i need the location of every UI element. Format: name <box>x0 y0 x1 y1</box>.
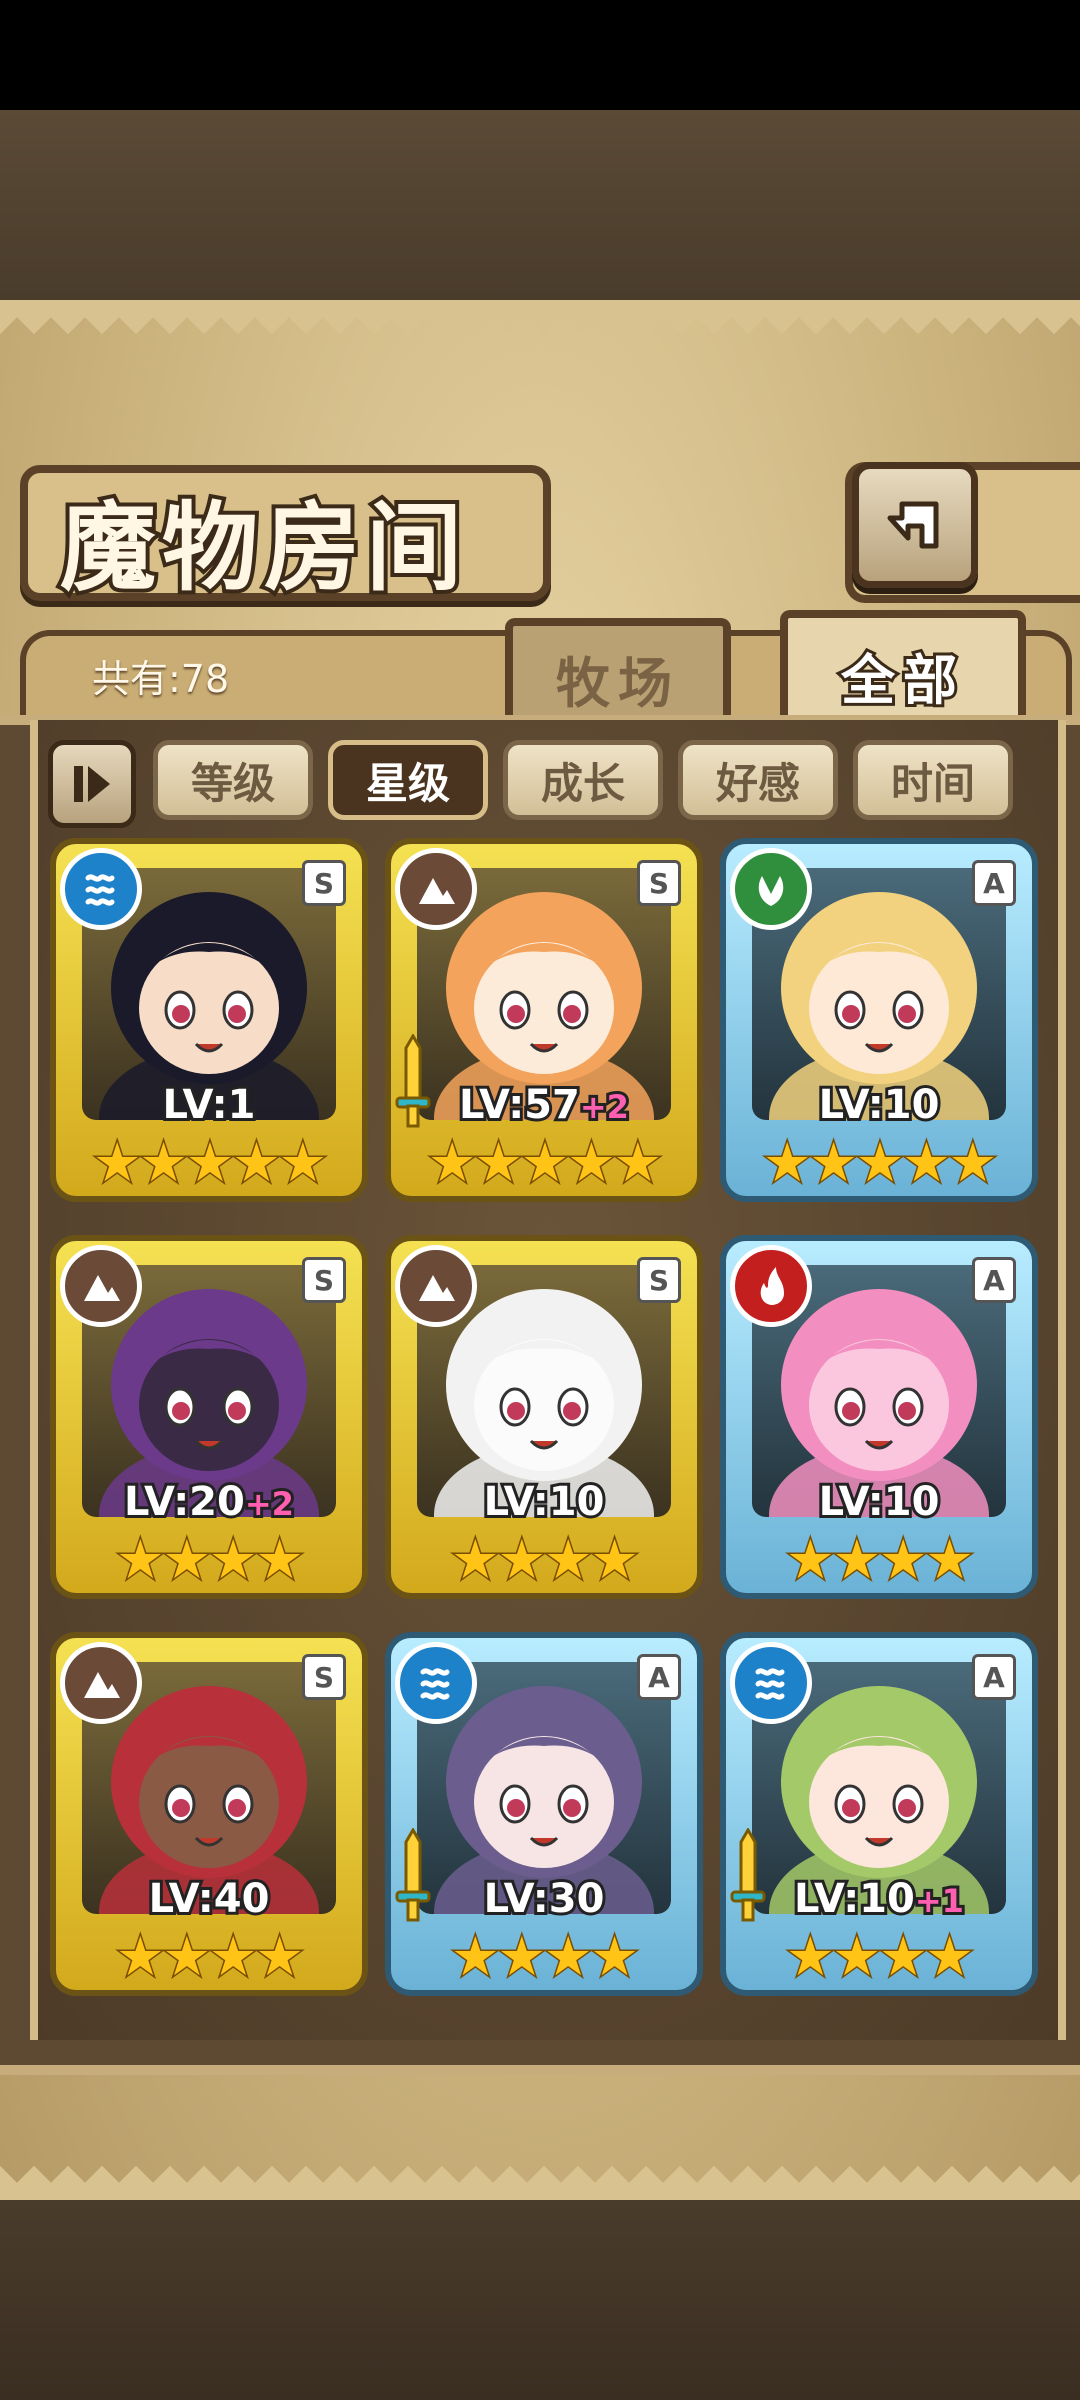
level-label: LV:1 <box>56 1079 362 1131</box>
level-value: LV:10 <box>481 1476 608 1528</box>
element-badge <box>730 848 812 930</box>
page-title: 魔物房间 <box>56 487 468 608</box>
monster-card[interactable]: A LV:10+1 ★★★★ <box>720 1632 1038 1996</box>
level-bonus: +2 <box>577 1085 632 1129</box>
element-badge <box>395 1245 477 1327</box>
monster-card[interactable]: S LV:1 ★★★★★ <box>50 838 368 1202</box>
element-badge <box>395 848 477 930</box>
monster-card[interactable]: S LV:20+2 ★★★★ <box>50 1235 368 1599</box>
level-bonus: +1 <box>912 1879 967 1923</box>
level-label: LV:10 <box>391 1476 697 1528</box>
level-value: LV:57 <box>456 1079 583 1131</box>
sort-order-toggle[interactable] <box>48 740 136 828</box>
water-element-icon <box>85 874 115 906</box>
rank-badge: A <box>972 1654 1016 1700</box>
level-value: LV:10 <box>816 1079 943 1131</box>
total-count: 共有:78 <box>92 657 230 701</box>
monster-card[interactable]: A LV:10 ★★★★ <box>720 1235 1038 1599</box>
rank-badge: S <box>637 860 681 906</box>
level-value: LV:1 <box>160 1079 259 1131</box>
earth-element-icon <box>419 1275 455 1301</box>
star-rating: ★★★★ <box>115 1528 306 1591</box>
level-label: LV:30 <box>391 1873 697 1925</box>
sort-filter-row: 等级 星级 成长 好感 时间 <box>48 740 1048 828</box>
sort-level-button[interactable]: 等级 <box>153 740 313 820</box>
rank-badge: S <box>302 1654 346 1700</box>
level-value: LV:20 <box>121 1476 248 1528</box>
sort-order-icon <box>74 766 110 802</box>
level-value: LV:30 <box>481 1873 608 1925</box>
rank-badge: S <box>637 1257 681 1303</box>
monster-card[interactable]: S LV:57+2 ★★★★★ <box>385 838 703 1202</box>
level-label: LV:10 <box>726 1079 1032 1131</box>
monster-card[interactable]: S LV:10 ★★★★ <box>385 1235 703 1599</box>
sort-growth-button[interactable]: 成长 <box>503 740 663 820</box>
sort-star-button[interactable]: 星级 <box>328 740 488 820</box>
rank-badge: A <box>972 860 1016 906</box>
star-rating: ★★★★ <box>450 1528 641 1591</box>
earth-element-icon <box>84 1672 120 1698</box>
monster-card[interactable]: S LV:40 ★★★★ <box>50 1632 368 1996</box>
level-label: LV:40 <box>56 1873 362 1925</box>
star-rating: ★★★★ <box>450 1925 641 1988</box>
level-label: LV:10+1 <box>726 1873 1032 1925</box>
bottom-map-background <box>0 2200 1080 2400</box>
water-element-icon <box>755 1668 785 1700</box>
rank-badge: A <box>637 1654 681 1700</box>
back-button[interactable] <box>852 462 978 588</box>
rank-badge: S <box>302 1257 346 1303</box>
element-badge <box>730 1642 812 1724</box>
element-badge <box>60 1245 142 1327</box>
status-bar <box>0 0 1080 110</box>
level-label: LV:57+2 <box>391 1079 697 1131</box>
earth-element-icon <box>419 878 455 904</box>
level-bonus: +2 <box>242 1482 297 1526</box>
element-badge <box>60 1642 142 1724</box>
star-rating: ★★★★ <box>785 1528 976 1591</box>
bottom-zigzag-border <box>0 2166 1080 2200</box>
level-label: LV:10 <box>726 1476 1032 1528</box>
earth-element-icon <box>84 1275 120 1301</box>
water-element-icon <box>420 1668 450 1700</box>
level-label: LV:20+2 <box>56 1476 362 1528</box>
wood-element-icon <box>758 876 784 906</box>
rank-badge: A <box>972 1257 1016 1303</box>
sort-time-button[interactable]: 时间 <box>853 740 1013 820</box>
star-rating: ★★★★★ <box>761 1131 998 1194</box>
star-rating: ★★★★★ <box>426 1131 663 1194</box>
star-rating: ★★★★ <box>115 1925 306 1988</box>
element-badge <box>60 848 142 930</box>
return-arrow-icon <box>887 501 939 549</box>
top-map-background <box>0 110 1080 300</box>
rank-badge: S <box>302 860 346 906</box>
element-badge <box>730 1245 812 1327</box>
star-rating: ★★★★ <box>785 1925 976 1988</box>
star-rating: ★★★★★ <box>91 1131 328 1194</box>
monster-card[interactable]: A LV:10 ★★★★★ <box>720 838 1038 1202</box>
fire-element-icon <box>760 1267 784 1305</box>
element-badge <box>395 1642 477 1724</box>
level-value: LV:10 <box>816 1476 943 1528</box>
sort-affection-button[interactable]: 好感 <box>678 740 838 820</box>
level-value: LV:40 <box>146 1873 273 1925</box>
level-value: LV:10 <box>791 1873 918 1925</box>
monster-card[interactable]: A LV:30 ★★★★ <box>385 1632 703 1996</box>
top-zigzag-border <box>0 300 1080 334</box>
